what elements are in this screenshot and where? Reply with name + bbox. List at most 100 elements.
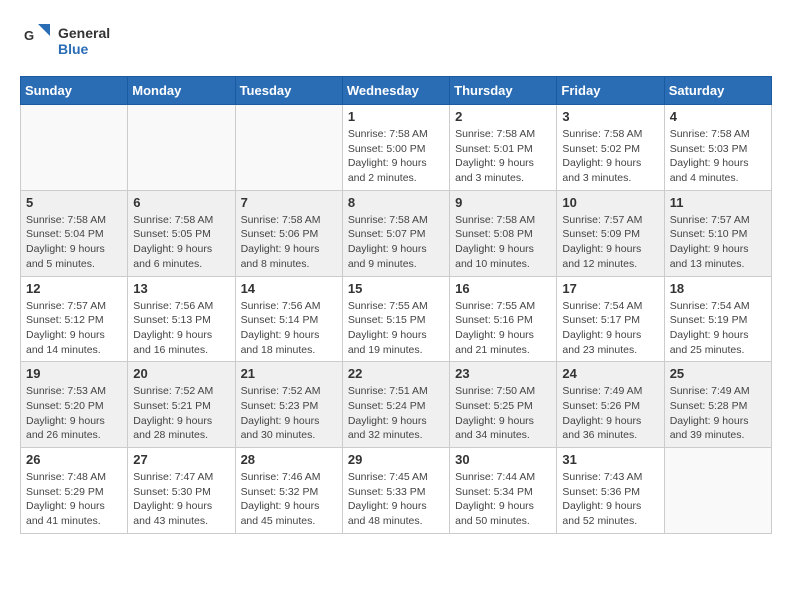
day-info: Sunrise: 7:55 AM Sunset: 5:16 PM Dayligh… bbox=[455, 299, 551, 358]
day-info: Sunrise: 7:58 AM Sunset: 5:01 PM Dayligh… bbox=[455, 127, 551, 186]
logo-svg: General Blue G bbox=[20, 20, 140, 60]
day-number: 26 bbox=[26, 452, 122, 467]
day-number: 1 bbox=[348, 109, 444, 124]
column-header-tuesday: Tuesday bbox=[235, 77, 342, 105]
column-header-friday: Friday bbox=[557, 77, 664, 105]
column-header-wednesday: Wednesday bbox=[342, 77, 449, 105]
svg-text:Blue: Blue bbox=[58, 41, 89, 57]
day-info: Sunrise: 7:58 AM Sunset: 5:04 PM Dayligh… bbox=[26, 213, 122, 272]
day-number: 23 bbox=[455, 366, 551, 381]
day-info: Sunrise: 7:49 AM Sunset: 5:28 PM Dayligh… bbox=[670, 384, 766, 443]
day-info: Sunrise: 7:50 AM Sunset: 5:25 PM Dayligh… bbox=[455, 384, 551, 443]
day-number: 28 bbox=[241, 452, 337, 467]
day-cell: 3 Sunrise: 7:58 AM Sunset: 5:02 PM Daylig… bbox=[557, 105, 664, 191]
page-header: General Blue G bbox=[20, 20, 772, 60]
day-number: 14 bbox=[241, 281, 337, 296]
day-number: 9 bbox=[455, 195, 551, 210]
day-info: Sunrise: 7:51 AM Sunset: 5:24 PM Dayligh… bbox=[348, 384, 444, 443]
day-number: 30 bbox=[455, 452, 551, 467]
day-info: Sunrise: 7:47 AM Sunset: 5:30 PM Dayligh… bbox=[133, 470, 229, 529]
day-cell: 14 Sunrise: 7:56 AM Sunset: 5:14 PM Dayli… bbox=[235, 276, 342, 362]
day-cell: 30 Sunrise: 7:44 AM Sunset: 5:34 PM Dayli… bbox=[450, 448, 557, 534]
header-row: SundayMondayTuesdayWednesdayThursdayFrid… bbox=[21, 77, 772, 105]
day-number: 8 bbox=[348, 195, 444, 210]
day-info: Sunrise: 7:46 AM Sunset: 5:32 PM Dayligh… bbox=[241, 470, 337, 529]
day-info: Sunrise: 7:54 AM Sunset: 5:19 PM Dayligh… bbox=[670, 299, 766, 358]
day-number: 13 bbox=[133, 281, 229, 296]
week-row-4: 19 Sunrise: 7:53 AM Sunset: 5:20 PM Dayli… bbox=[21, 362, 772, 448]
day-info: Sunrise: 7:56 AM Sunset: 5:14 PM Dayligh… bbox=[241, 299, 337, 358]
day-cell: 13Sunrise: 7:56 AM Sunset: 5:13 PM Dayli… bbox=[128, 276, 235, 362]
day-cell: 25 Sunrise: 7:49 AM Sunset: 5:28 PM Dayli… bbox=[664, 362, 771, 448]
day-number: 31 bbox=[562, 452, 658, 467]
day-cell bbox=[664, 448, 771, 534]
column-header-sunday: Sunday bbox=[21, 77, 128, 105]
day-info: Sunrise: 7:58 AM Sunset: 5:06 PM Dayligh… bbox=[241, 213, 337, 272]
day-number: 22 bbox=[348, 366, 444, 381]
day-info: Sunrise: 7:53 AM Sunset: 5:20 PM Dayligh… bbox=[26, 384, 122, 443]
day-cell: 18 Sunrise: 7:54 AM Sunset: 5:19 PM Dayli… bbox=[664, 276, 771, 362]
day-cell: 6Sunrise: 7:58 AM Sunset: 5:05 PM Daylig… bbox=[128, 190, 235, 276]
svg-text:G: G bbox=[24, 28, 34, 43]
day-cell: 1 Sunrise: 7:58 AM Sunset: 5:00 PM Daylig… bbox=[342, 105, 449, 191]
day-cell: 9 Sunrise: 7:58 AM Sunset: 5:08 PM Daylig… bbox=[450, 190, 557, 276]
day-number: 18 bbox=[670, 281, 766, 296]
week-row-2: 5Sunrise: 7:58 AM Sunset: 5:04 PM Daylig… bbox=[21, 190, 772, 276]
column-header-saturday: Saturday bbox=[664, 77, 771, 105]
column-header-monday: Monday bbox=[128, 77, 235, 105]
day-info: Sunrise: 7:57 AM Sunset: 5:09 PM Dayligh… bbox=[562, 213, 658, 272]
day-info: Sunrise: 7:58 AM Sunset: 5:00 PM Dayligh… bbox=[348, 127, 444, 186]
week-row-5: 26Sunrise: 7:48 AM Sunset: 5:29 PM Dayli… bbox=[21, 448, 772, 534]
day-number: 16 bbox=[455, 281, 551, 296]
day-info: Sunrise: 7:52 AM Sunset: 5:21 PM Dayligh… bbox=[133, 384, 229, 443]
week-row-1: 1 Sunrise: 7:58 AM Sunset: 5:00 PM Daylig… bbox=[21, 105, 772, 191]
day-cell bbox=[235, 105, 342, 191]
day-number: 25 bbox=[670, 366, 766, 381]
day-cell: 19 Sunrise: 7:53 AM Sunset: 5:20 PM Dayli… bbox=[21, 362, 128, 448]
day-info: Sunrise: 7:58 AM Sunset: 5:07 PM Dayligh… bbox=[348, 213, 444, 272]
day-info: Sunrise: 7:55 AM Sunset: 5:15 PM Dayligh… bbox=[348, 299, 444, 358]
day-info: Sunrise: 7:58 AM Sunset: 5:02 PM Dayligh… bbox=[562, 127, 658, 186]
day-cell: 8 Sunrise: 7:58 AM Sunset: 5:07 PM Daylig… bbox=[342, 190, 449, 276]
day-cell: 26Sunrise: 7:48 AM Sunset: 5:29 PM Dayli… bbox=[21, 448, 128, 534]
svg-text:General: General bbox=[58, 25, 110, 41]
day-info: Sunrise: 7:45 AM Sunset: 5:33 PM Dayligh… bbox=[348, 470, 444, 529]
day-number: 10 bbox=[562, 195, 658, 210]
day-cell: 15 Sunrise: 7:55 AM Sunset: 5:15 PM Dayli… bbox=[342, 276, 449, 362]
day-cell: 17Sunrise: 7:54 AM Sunset: 5:17 PM Dayli… bbox=[557, 276, 664, 362]
day-cell: 22 Sunrise: 7:51 AM Sunset: 5:24 PM Dayli… bbox=[342, 362, 449, 448]
day-number: 17 bbox=[562, 281, 658, 296]
day-cell: 7Sunrise: 7:58 AM Sunset: 5:06 PM Daylig… bbox=[235, 190, 342, 276]
day-info: Sunrise: 7:58 AM Sunset: 5:08 PM Dayligh… bbox=[455, 213, 551, 272]
day-cell: 24 Sunrise: 7:49 AM Sunset: 5:26 PM Dayli… bbox=[557, 362, 664, 448]
day-cell: 27Sunrise: 7:47 AM Sunset: 5:30 PM Dayli… bbox=[128, 448, 235, 534]
day-cell: 31 Sunrise: 7:43 AM Sunset: 5:36 PM Dayli… bbox=[557, 448, 664, 534]
day-number: 20 bbox=[133, 366, 229, 381]
day-cell: 23 Sunrise: 7:50 AM Sunset: 5:25 PM Dayli… bbox=[450, 362, 557, 448]
day-info: Sunrise: 7:44 AM Sunset: 5:34 PM Dayligh… bbox=[455, 470, 551, 529]
day-number: 12 bbox=[26, 281, 122, 296]
day-info: Sunrise: 7:58 AM Sunset: 5:03 PM Dayligh… bbox=[670, 127, 766, 186]
day-number: 3 bbox=[562, 109, 658, 124]
day-cell: 29Sunrise: 7:45 AM Sunset: 5:33 PM Dayli… bbox=[342, 448, 449, 534]
day-cell bbox=[128, 105, 235, 191]
day-cell: 21 Sunrise: 7:52 AM Sunset: 5:23 PM Dayli… bbox=[235, 362, 342, 448]
day-cell: 12Sunrise: 7:57 AM Sunset: 5:12 PM Dayli… bbox=[21, 276, 128, 362]
day-info: Sunrise: 7:52 AM Sunset: 5:23 PM Dayligh… bbox=[241, 384, 337, 443]
day-number: 11 bbox=[670, 195, 766, 210]
day-number: 19 bbox=[26, 366, 122, 381]
day-info: Sunrise: 7:57 AM Sunset: 5:10 PM Dayligh… bbox=[670, 213, 766, 272]
day-cell: 10 Sunrise: 7:57 AM Sunset: 5:09 PM Dayli… bbox=[557, 190, 664, 276]
day-info: Sunrise: 7:58 AM Sunset: 5:05 PM Dayligh… bbox=[133, 213, 229, 272]
calendar-table: SundayMondayTuesdayWednesdayThursdayFrid… bbox=[20, 76, 772, 534]
day-number: 21 bbox=[241, 366, 337, 381]
week-row-3: 12Sunrise: 7:57 AM Sunset: 5:12 PM Dayli… bbox=[21, 276, 772, 362]
day-number: 15 bbox=[348, 281, 444, 296]
day-number: 4 bbox=[670, 109, 766, 124]
day-info: Sunrise: 7:43 AM Sunset: 5:36 PM Dayligh… bbox=[562, 470, 658, 529]
day-info: Sunrise: 7:49 AM Sunset: 5:26 PM Dayligh… bbox=[562, 384, 658, 443]
day-number: 24 bbox=[562, 366, 658, 381]
day-cell: 16 Sunrise: 7:55 AM Sunset: 5:16 PM Dayli… bbox=[450, 276, 557, 362]
day-cell: 2 Sunrise: 7:58 AM Sunset: 5:01 PM Daylig… bbox=[450, 105, 557, 191]
day-number: 2 bbox=[455, 109, 551, 124]
